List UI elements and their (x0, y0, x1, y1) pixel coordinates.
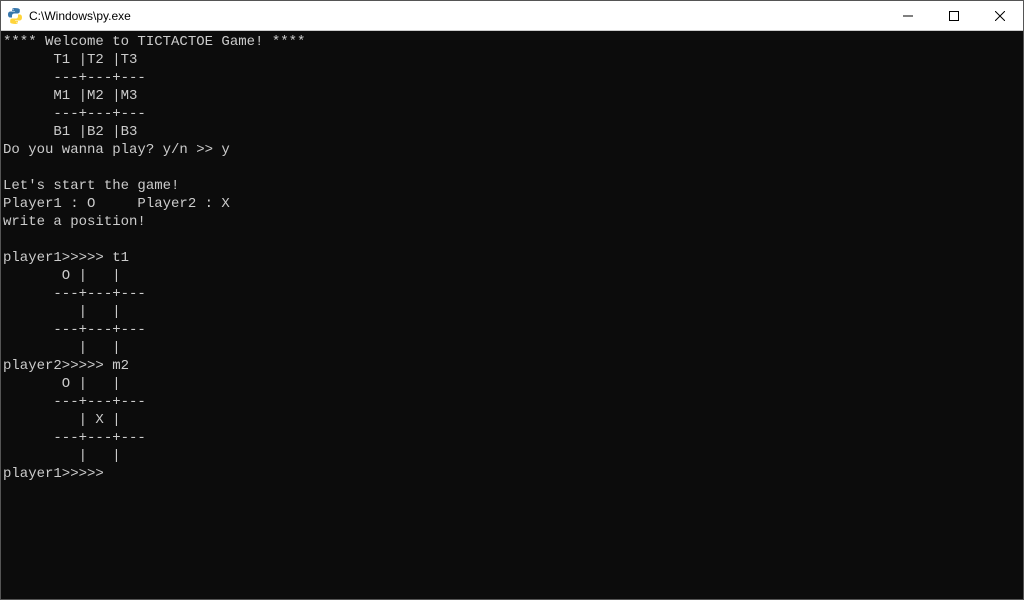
terminal-line (3, 159, 1023, 177)
terminal-line: ---+---+--- (3, 105, 1023, 123)
terminal-line: O | | (3, 267, 1023, 285)
terminal-line: **** Welcome to TICTACTOE Game! **** (3, 33, 1023, 51)
terminal-line: | X | (3, 411, 1023, 429)
terminal-line: | | (3, 339, 1023, 357)
minimize-button[interactable] (885, 1, 931, 30)
terminal-line: player1>>>>> (3, 465, 1023, 483)
terminal-line: write a position! (3, 213, 1023, 231)
title-left: C:\Windows\py.exe (1, 8, 131, 24)
terminal-line: player2>>>>> m2 (3, 357, 1023, 375)
terminal-line: | | (3, 447, 1023, 465)
terminal-line: ---+---+--- (3, 429, 1023, 447)
terminal-line: Let's start the game! (3, 177, 1023, 195)
terminal-line: M1 |M2 |M3 (3, 87, 1023, 105)
window-title: C:\Windows\py.exe (29, 9, 131, 23)
terminal-line: ---+---+--- (3, 69, 1023, 87)
terminal-line: player1>>>>> t1 (3, 249, 1023, 267)
terminal-line: B1 |B2 |B3 (3, 123, 1023, 141)
terminal-line: O | | (3, 375, 1023, 393)
close-button[interactable] (977, 1, 1023, 30)
window-controls (885, 1, 1023, 30)
terminal-line: ---+---+--- (3, 393, 1023, 411)
terminal-line: | | (3, 303, 1023, 321)
console-window: C:\Windows\py.exe **** Welcome to TICTAC… (0, 0, 1024, 600)
maximize-button[interactable] (931, 1, 977, 30)
terminal-line: Player1 : O Player2 : X (3, 195, 1023, 213)
terminal-line: Do you wanna play? y/n >> y (3, 141, 1023, 159)
terminal-line: ---+---+--- (3, 321, 1023, 339)
terminal-output[interactable]: **** Welcome to TICTACTOE Game! **** T1 … (1, 31, 1023, 599)
terminal-line (3, 231, 1023, 249)
terminal-line: T1 |T2 |T3 (3, 51, 1023, 69)
python-icon (7, 8, 23, 24)
terminal-line: ---+---+--- (3, 285, 1023, 303)
titlebar[interactable]: C:\Windows\py.exe (1, 1, 1023, 31)
